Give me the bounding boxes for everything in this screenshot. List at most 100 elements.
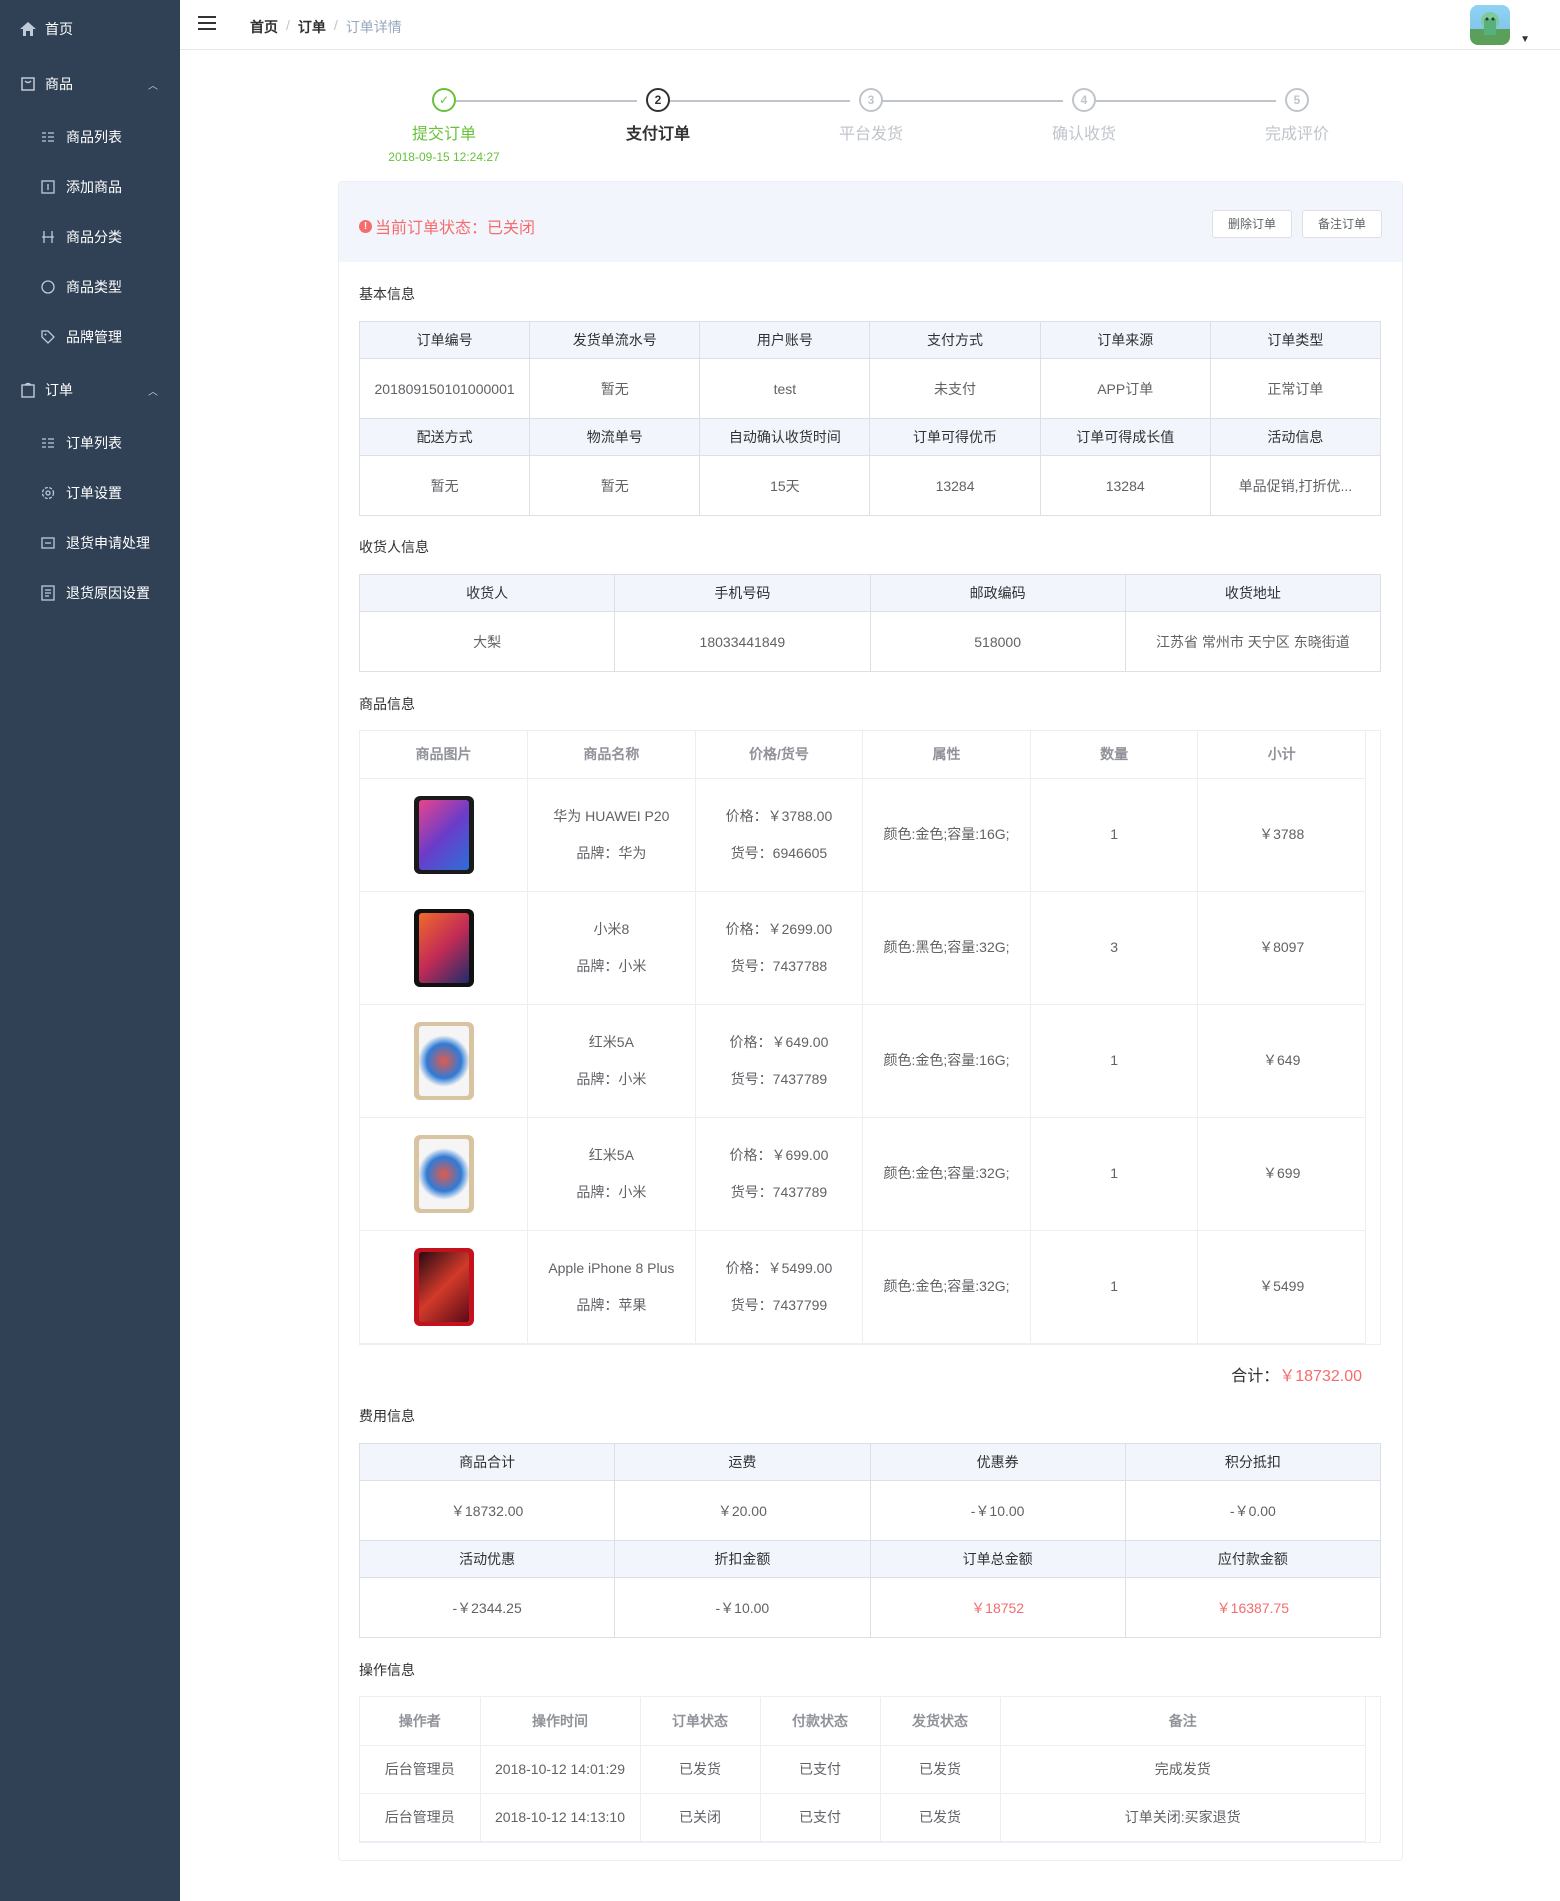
product-brand: 品牌：小米: [576, 957, 647, 974]
caret-down-icon[interactable]: ▼: [1520, 34, 1530, 45]
product-icon: [20, 76, 36, 92]
product-price: 价格：￥649.00: [729, 1033, 829, 1050]
sidebar-item-product-list[interactable]: 商品列表: [0, 112, 180, 162]
top-navbar: 首页 / 订单 / 订单详情 ▼: [180, 0, 1560, 50]
table-row: 小米8 品牌：小米 价格：￥2699.00 货号：7437788 颜色:黑色;容量:…: [360, 891, 1366, 1005]
breadcrumb: 首页 / 订单 / 订单详情: [250, 17, 402, 37]
step-number: 3: [859, 88, 883, 112]
note-order-button[interactable]: 备注订单: [1302, 210, 1383, 238]
value-cell: 单品促销,打折优...: [1209, 455, 1382, 516]
value-cell: 后台管理员: [360, 1745, 481, 1794]
type-icon: [40, 279, 56, 295]
sidebar-item-brand[interactable]: 品牌管理: [0, 312, 180, 362]
step-desc: 2018-09-15 12:24:27: [388, 150, 500, 164]
header-cell: 支付方式: [869, 321, 1041, 359]
product-sn: 货号：6946605: [730, 844, 828, 861]
product-name: Apple iPhone 8 Plus: [548, 1259, 675, 1276]
header-cell: 订单状态: [640, 1697, 761, 1746]
sidebar-item-product[interactable]: 商品 ︿: [0, 59, 180, 109]
sidebar-item-add-product[interactable]: 添加商品: [0, 162, 180, 212]
header-cell: 订单可得成长值: [1039, 418, 1211, 456]
order-icon: [20, 382, 36, 398]
product-attr: 颜色:金色;容量:32G;: [862, 1230, 1031, 1344]
value-cell: 后台管理员: [360, 1793, 481, 1842]
header-cell: 物流单号: [529, 418, 701, 456]
breadcrumb-current: 订单详情: [345, 19, 402, 35]
order-total-amount: ￥18752: [869, 1577, 1126, 1638]
header-cell: 发货状态: [880, 1697, 1001, 1746]
delete-order-button[interactable]: 删除订单: [1212, 210, 1293, 238]
product-sn: 货号：7437799: [730, 1296, 828, 1313]
sidebar-item-order[interactable]: 订单 ︿: [0, 365, 180, 415]
breadcrumb-home[interactable]: 首页: [250, 17, 278, 37]
product-name: 华为 HUAWEI P20: [553, 807, 670, 824]
add-icon: [40, 179, 56, 195]
step-title: 支付订单: [625, 126, 690, 143]
step-number: 4: [1072, 88, 1096, 112]
value-cell: -￥2344.25: [358, 1577, 616, 1638]
header-cell: 订单可得优币: [869, 418, 1041, 456]
sidebar-item-category[interactable]: 商品分类: [0, 212, 180, 262]
step-review: 5 完成评价: [1227, 88, 1367, 144]
header-cell: 订单来源: [1039, 321, 1211, 359]
sidebar-item-return-apply[interactable]: 退货申请处理: [0, 518, 180, 568]
sidebar-item-label: 商品分类: [66, 229, 122, 245]
return-icon: [40, 535, 56, 551]
payable-amount: ￥16387.75: [1124, 1577, 1382, 1638]
breadcrumb-separator: /: [333, 17, 338, 33]
value-cell: 订单关闭:买家退货: [1000, 1793, 1366, 1842]
product-price: 价格：￥3788.00: [725, 807, 833, 824]
breadcrumb-order[interactable]: 订单: [298, 17, 326, 37]
header-cell: 邮政编码: [869, 574, 1126, 612]
header-cell: 备注: [1000, 1697, 1366, 1746]
receiver-info-title: 收货人信息: [359, 539, 429, 555]
product-qty: 3: [1030, 891, 1199, 1005]
header-cell: 运费: [614, 1443, 871, 1481]
product-attr: 颜色:黑色;容量:32G;: [862, 891, 1031, 1005]
table-row: 华为 HUAWEI P20 品牌：华为 价格：￥3788.00 货号：6946605…: [360, 778, 1366, 892]
breadcrumb-separator: /: [286, 17, 290, 33]
header-cell: 价格/货号: [695, 731, 864, 779]
avatar[interactable]: [1470, 5, 1510, 45]
value-cell: ￥20.00: [614, 1480, 871, 1541]
header-cell: 收货人: [358, 574, 616, 612]
step-title: 确认收货: [1051, 126, 1116, 143]
product-subtotal: ￥3788: [1197, 778, 1366, 892]
sidebar-item-order-settings[interactable]: 订单设置: [0, 468, 180, 518]
product-brand: 品牌：小米: [576, 1183, 647, 1200]
sidebar-item-order-list[interactable]: 订单列表: [0, 418, 180, 468]
operation-info-title: 操作信息: [359, 1662, 415, 1678]
sidebar-item-label: 退货原因设置: [66, 585, 150, 601]
product-price: 价格：￥699.00: [729, 1146, 829, 1163]
value-cell: 未支付: [869, 358, 1041, 419]
sidebar-item-return-reason[interactable]: 退货原因设置: [0, 568, 180, 618]
step-number: 2: [646, 88, 670, 112]
sidebar-item-label: 商品类型: [66, 279, 122, 295]
value-cell: 大梨: [358, 611, 616, 672]
sidebar-item-product-type[interactable]: 商品类型: [0, 262, 180, 312]
order-status: ! 当前订单状态：已关闭: [359, 214, 535, 238]
product-attr: 颜色:金色;容量:16G;: [862, 1004, 1031, 1118]
order-status-text: 当前订单状态：已关闭: [375, 220, 536, 237]
value-cell: 已支付: [760, 1793, 881, 1842]
hamburger-icon[interactable]: [198, 16, 216, 30]
step-pay: 2 支付订单: [588, 88, 728, 144]
header-cell: 订单总金额: [869, 1540, 1126, 1578]
product-name: 红米5A: [588, 1146, 634, 1163]
value-cell: ￥18732.00: [358, 1480, 616, 1541]
order-status-bar: ! 当前订单状态：已关闭 删除订单 备注订单: [339, 182, 1402, 262]
value-cell: 13284: [1039, 455, 1211, 516]
value-cell: 已发货: [880, 1793, 1001, 1842]
header-cell: 手机号码: [614, 574, 871, 612]
value-cell: 暂无: [529, 358, 701, 419]
value-cell: 已关闭: [640, 1793, 761, 1842]
product-brand: 品牌：苹果: [576, 1296, 647, 1313]
product-qty: 1: [1030, 1117, 1199, 1231]
step-title: 提交订单: [411, 126, 476, 143]
value-cell: 15天: [699, 455, 871, 516]
value-cell: 完成发货: [1000, 1745, 1366, 1794]
header-cell: 收货地址: [1124, 574, 1382, 612]
sidebar-item-home[interactable]: 首页: [0, 4, 180, 54]
fee-info-title: 费用信息: [359, 1408, 415, 1424]
header-cell: 自动确认收货时间: [699, 418, 871, 456]
